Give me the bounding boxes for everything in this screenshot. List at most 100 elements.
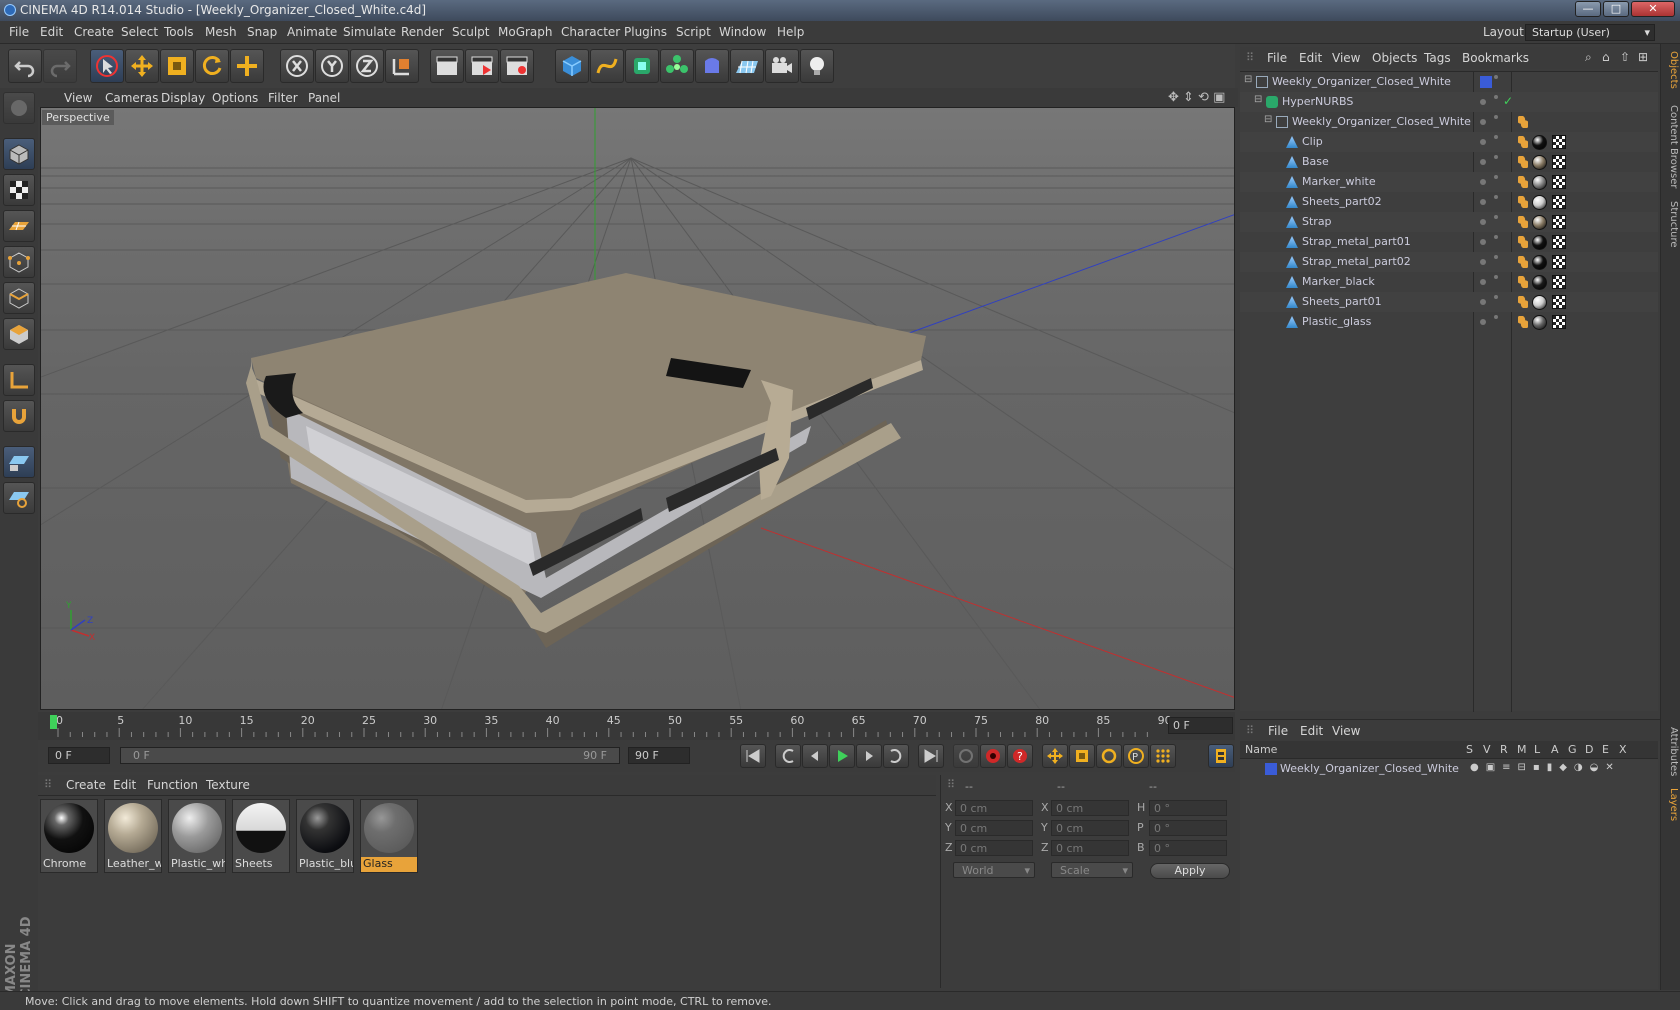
visibility-render-dot[interactable]: [1494, 235, 1498, 239]
menu-character[interactable]: Character: [561, 25, 620, 39]
material-plastic-blue[interactable]: Plastic_blu: [296, 799, 354, 873]
minimize-button[interactable]: —: [1575, 1, 1601, 17]
object-row[interactable]: Sheets_part01: [1240, 292, 1658, 312]
position-y-field[interactable]: 0 cm: [955, 820, 1033, 836]
object-row[interactable]: Marker_black: [1240, 272, 1658, 292]
layer-menu-view[interactable]: View: [1332, 724, 1360, 738]
layout-dropdown[interactable]: Startup (User) ▾: [1525, 24, 1655, 41]
uvw-tag-icon[interactable]: [1552, 295, 1566, 309]
object-row[interactable]: Marker_white: [1240, 172, 1658, 192]
menu-select[interactable]: Select: [121, 25, 158, 39]
go-to-end-button[interactable]: [918, 744, 944, 768]
size-x-field[interactable]: 0 cm: [1051, 800, 1129, 816]
layer-col-view[interactable]: V: [1483, 743, 1491, 756]
obj-menu-file[interactable]: File: [1267, 51, 1287, 65]
layer-col-animation[interactable]: A: [1551, 743, 1559, 756]
material-plastic-white[interactable]: Plastic_whi: [168, 799, 226, 873]
material-tag-icon[interactable]: [1532, 155, 1547, 170]
snap-button[interactable]: [3, 400, 35, 432]
visibility-editor-dot[interactable]: [1480, 239, 1486, 245]
visibility-render-dot[interactable]: [1494, 275, 1498, 279]
add-nurbs-button[interactable]: [625, 49, 659, 83]
visibility-editor-dot[interactable]: [1480, 199, 1486, 205]
visibility-editor-dot[interactable]: [1480, 159, 1486, 165]
layer-col-xref[interactable]: X: [1619, 743, 1627, 756]
mat-menu-function[interactable]: Function: [147, 778, 198, 792]
new-window-icon[interactable]: ⊞: [1638, 50, 1648, 64]
phong-tag-icon[interactable]: [1518, 176, 1528, 188]
vp-menu-cameras[interactable]: Cameras: [105, 91, 158, 105]
collapse-toggle-icon[interactable]: ⊟: [1254, 94, 1262, 105]
menu-snap[interactable]: Snap: [247, 25, 277, 39]
uvw-tag-icon[interactable]: [1552, 175, 1566, 189]
visibility-editor-dot[interactable]: [1480, 179, 1486, 185]
phong-tag-icon[interactable]: [1518, 116, 1528, 128]
layer-col-locked[interactable]: L: [1534, 743, 1540, 756]
up-arrow-icon[interactable]: ⇧: [1620, 50, 1630, 64]
phong-tag-icon[interactable]: [1518, 236, 1528, 248]
position-z-field[interactable]: 0 cm: [955, 840, 1033, 856]
add-environment-button[interactable]: [730, 49, 764, 83]
tab-content-browser[interactable]: Content Browser: [1663, 102, 1679, 192]
autokey-button[interactable]: [980, 744, 1006, 768]
record-keys-button[interactable]: [953, 744, 979, 768]
menu-animate[interactable]: Animate: [287, 25, 337, 39]
next-frame-button[interactable]: [856, 744, 882, 768]
material-tag-icon[interactable]: [1532, 135, 1547, 150]
phong-tag-icon[interactable]: [1518, 316, 1528, 328]
object-row[interactable]: Plastic_glass: [1240, 312, 1658, 332]
add-mograph-button[interactable]: [660, 49, 694, 83]
visibility-render-dot[interactable]: [1494, 255, 1498, 259]
rotation-b-field[interactable]: 0 °: [1149, 840, 1227, 856]
panel-grip-icon[interactable]: ⠿: [1246, 51, 1254, 64]
layer-menu-file[interactable]: File: [1268, 724, 1288, 738]
render-view-button[interactable]: [430, 49, 464, 83]
add-deformer-button[interactable]: [695, 49, 729, 83]
visibility-render-dot[interactable]: [1494, 75, 1498, 79]
visibility-render-dot[interactable]: [1494, 135, 1498, 139]
menu-render[interactable]: Render: [401, 25, 444, 39]
texture-mode-button[interactable]: [3, 174, 35, 206]
workplane-align-button[interactable]: [3, 482, 35, 514]
render-settings-button[interactable]: [500, 49, 534, 83]
menu-mesh[interactable]: Mesh: [205, 25, 237, 39]
key-rotation-button[interactable]: [1096, 744, 1122, 768]
material-tag-icon[interactable]: [1532, 295, 1547, 310]
menu-script[interactable]: Script: [676, 25, 711, 39]
object-row[interactable]: Sheets_part02: [1240, 192, 1658, 212]
key-pla-button[interactable]: [1150, 744, 1176, 768]
layer-flag-icons[interactable]: ●▣≡⊟▪▮◆◑◒✕: [1470, 762, 1621, 773]
menu-sculpt[interactable]: Sculpt: [452, 25, 489, 39]
tab-attributes[interactable]: Attributes: [1663, 724, 1679, 779]
x-axis-button[interactable]: [280, 49, 314, 83]
visibility-render-dot[interactable]: [1494, 115, 1498, 119]
key-parameter-button[interactable]: P: [1123, 744, 1149, 768]
layer-col-render[interactable]: R: [1500, 743, 1508, 756]
menu-help[interactable]: Help: [777, 25, 804, 39]
live-selection-button[interactable]: [90, 49, 124, 83]
visibility-render-dot[interactable]: [1494, 175, 1498, 179]
render-picture-viewer-button[interactable]: [465, 49, 499, 83]
tab-layers[interactable]: Layers: [1663, 786, 1679, 824]
home-icon[interactable]: ⌂: [1602, 50, 1610, 64]
start-frame-field[interactable]: 0 F: [48, 747, 110, 764]
vp-menu-view[interactable]: View: [64, 91, 92, 105]
object-row[interactable]: Strap_metal_part02: [1240, 252, 1658, 272]
y-axis-button[interactable]: [315, 49, 349, 83]
play-button[interactable]: [829, 744, 855, 768]
workplane-lock-button[interactable]: [3, 446, 35, 478]
uvw-tag-icon[interactable]: [1552, 155, 1566, 169]
material-tag-icon[interactable]: [1532, 215, 1547, 230]
tab-objects[interactable]: Objects: [1663, 50, 1679, 90]
next-key-button[interactable]: [883, 744, 909, 768]
keyframe-selection-button[interactable]: ?: [1007, 744, 1033, 768]
layer-color-swatch[interactable]: [1480, 76, 1492, 88]
mat-menu-texture[interactable]: Texture: [206, 778, 250, 792]
previous-key-button[interactable]: [775, 744, 801, 768]
collapse-toggle-icon[interactable]: ⊟: [1244, 74, 1252, 85]
redo-button[interactable]: [43, 49, 77, 83]
phong-tag-icon[interactable]: [1518, 216, 1528, 228]
uvw-tag-icon[interactable]: [1552, 195, 1566, 209]
visibility-render-dot[interactable]: [1494, 195, 1498, 199]
collapse-toggle-icon[interactable]: ⊟: [1264, 114, 1272, 125]
